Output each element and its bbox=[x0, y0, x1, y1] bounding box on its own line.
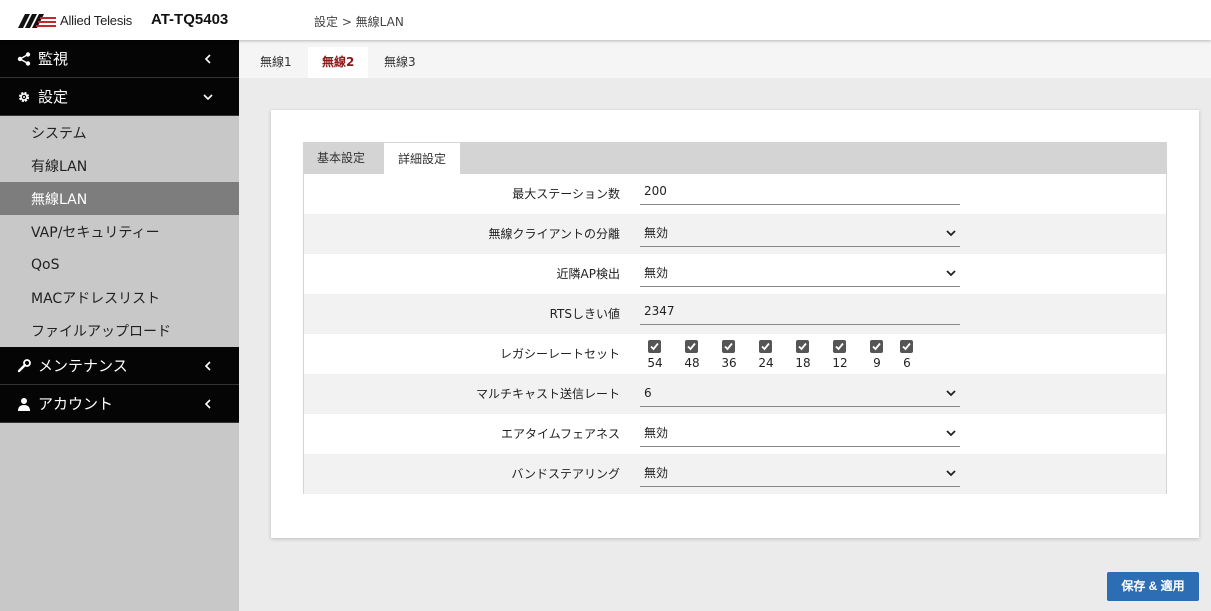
rate-54-label: 54 bbox=[647, 356, 663, 370]
rate-24-label: 24 bbox=[758, 356, 774, 370]
airtime-fairness-label: エアタイムフェアネス bbox=[500, 427, 620, 441]
sidebar: 監視 設定 システム 有線LAN 無線LAN VAP/セキュリティー QoS M… bbox=[0, 40, 239, 611]
rts-threshold-input[interactable]: 2347 bbox=[640, 298, 960, 325]
sidebar-item-vap-security[interactable]: VAP/セキュリティー bbox=[0, 215, 239, 248]
rate-18-label: 18 bbox=[795, 356, 811, 370]
multicast-rate-value: 6 bbox=[644, 386, 652, 400]
settings-panel: 基本設定 詳細設定 最大ステーション数 200 無線クライアントの分離 無効 近… bbox=[271, 110, 1199, 538]
neighbor-ap-detect-select[interactable]: 無効 bbox=[640, 260, 960, 287]
max-stations-label: 最大ステーション数 bbox=[512, 187, 620, 201]
rate-36-checkbox[interactable] bbox=[722, 340, 735, 353]
rate-6-checkbox[interactable] bbox=[900, 340, 913, 353]
multicast-rate-label: マルチキャスト送信レート bbox=[475, 387, 620, 401]
sidebar-item-wired-lan[interactable]: 有線LAN bbox=[0, 149, 239, 182]
chevron-down-icon bbox=[203, 94, 213, 101]
sidebar-item-system[interactable]: システム bbox=[0, 116, 239, 149]
row-max-stations: 最大ステーション数 200 bbox=[304, 174, 1166, 214]
logo-text: Allied Telesis bbox=[60, 13, 133, 28]
rate-9-checkbox[interactable] bbox=[870, 340, 883, 353]
sidebar-item-file-upload[interactable]: ファイルアップロード bbox=[0, 314, 239, 347]
chevron-down-icon bbox=[946, 390, 956, 397]
tab-radio-1[interactable]: 無線1 bbox=[246, 47, 306, 78]
rate-9-label: 9 bbox=[873, 356, 881, 370]
rate-36-label: 36 bbox=[721, 356, 737, 370]
client-isolation-select[interactable]: 無効 bbox=[640, 220, 960, 247]
sidebar-group-monitor[interactable]: 監視 bbox=[0, 40, 239, 78]
tab-advanced-settings[interactable]: 詳細設定 bbox=[383, 142, 462, 174]
radio-tab-bar: 無線1 無線2 無線3 bbox=[239, 40, 1211, 78]
sidebar-group-label: 設定 bbox=[38, 88, 69, 106]
multicast-rate-select[interactable]: 6 bbox=[640, 380, 960, 407]
sidebar-item-wireless-lan[interactable]: 無線LAN bbox=[0, 182, 239, 215]
sidebar-group-label: 監視 bbox=[38, 50, 69, 68]
client-isolation-label: 無線クライアントの分離 bbox=[488, 227, 620, 241]
row-rts-threshold: RTSしきい値 2347 bbox=[304, 294, 1166, 334]
rate-18-checkbox[interactable] bbox=[796, 340, 809, 353]
rate-6-label: 6 bbox=[903, 356, 911, 370]
row-client-isolation: 無線クライアントの分離 無効 bbox=[304, 214, 1166, 254]
neighbor-ap-detect-label: 近隣AP検出 bbox=[556, 267, 620, 281]
sidebar-group-maintenance[interactable]: メンテナンス bbox=[0, 347, 239, 385]
chevron-left-icon bbox=[204, 399, 211, 409]
logo-mark-icon bbox=[18, 13, 56, 28]
sidebar-item-qos[interactable]: QoS bbox=[0, 248, 239, 281]
row-band-steering: バンドステアリング 無効 bbox=[304, 454, 1166, 494]
chevron-down-icon bbox=[946, 430, 956, 437]
chevron-left-icon bbox=[204, 54, 211, 64]
rate-12-checkbox[interactable] bbox=[833, 340, 846, 353]
sidebar-group-label: アカウント bbox=[38, 395, 114, 413]
chevron-left-icon bbox=[204, 361, 211, 371]
top-header: Allied Telesis AT-TQ5403 設定 > 無線LAN bbox=[0, 0, 1211, 40]
rate-48-checkbox[interactable] bbox=[685, 340, 698, 353]
sidebar-item-mac-address-list[interactable]: MACアドレスリスト bbox=[0, 281, 239, 314]
sidebar-group-account[interactable]: アカウント bbox=[0, 385, 239, 423]
chevron-down-icon bbox=[946, 470, 956, 477]
band-steering-select[interactable]: 無効 bbox=[640, 460, 960, 487]
sidebar-group-label: メンテナンス bbox=[38, 357, 128, 375]
settings-tab-bar: 基本設定 詳細設定 bbox=[303, 142, 1167, 174]
save-apply-button[interactable]: 保存 & 適用 bbox=[1107, 572, 1199, 601]
tab-radio-2[interactable]: 無線2 bbox=[308, 47, 369, 78]
row-neighbor-ap-detect: 近隣AP検出 無効 bbox=[304, 254, 1166, 294]
legacy-rate-set-label: レガシーレートセット bbox=[499, 347, 620, 361]
tab-basic-settings[interactable]: 基本設定 bbox=[303, 142, 379, 174]
row-multicast-rate: マルチキャスト送信レート 6 bbox=[304, 374, 1166, 414]
row-legacy-rate-set: レガシーレートセット 54 48 36 24 18 12 9 6 bbox=[304, 334, 1166, 374]
user-icon bbox=[16, 396, 32, 412]
band-steering-label: バンドステアリング bbox=[511, 467, 620, 481]
neighbor-ap-detect-value: 無効 bbox=[644, 266, 669, 280]
allied-telesis-logo: Allied Telesis bbox=[18, 13, 132, 28]
tab-radio-3[interactable]: 無線3 bbox=[370, 47, 430, 78]
rate-48-label: 48 bbox=[684, 356, 700, 370]
rate-54-checkbox[interactable] bbox=[648, 340, 661, 353]
sidebar-group-settings[interactable]: 設定 bbox=[0, 78, 239, 116]
chevron-down-icon bbox=[946, 270, 956, 277]
band-steering-value: 無効 bbox=[644, 466, 669, 480]
wrench-icon bbox=[16, 358, 32, 374]
chevron-down-icon bbox=[946, 230, 956, 237]
client-isolation-value: 無効 bbox=[644, 226, 669, 240]
gear-icon bbox=[16, 89, 32, 105]
airtime-fairness-value: 無効 bbox=[644, 426, 669, 440]
rate-24-checkbox[interactable] bbox=[759, 340, 772, 353]
share-icon bbox=[16, 51, 32, 67]
rate-12-label: 12 bbox=[832, 356, 848, 370]
airtime-fairness-select[interactable]: 無効 bbox=[640, 420, 960, 447]
breadcrumb: 設定 > 無線LAN bbox=[314, 15, 404, 29]
max-stations-input[interactable]: 200 bbox=[640, 178, 960, 205]
row-airtime-fairness: エアタイムフェアネス 無効 bbox=[304, 414, 1166, 454]
advanced-settings-form: 最大ステーション数 200 無線クライアントの分離 無効 近隣AP検出 無効 R… bbox=[303, 174, 1167, 494]
device-model: AT-TQ5403 bbox=[151, 11, 229, 28]
rts-threshold-label: RTSしきい値 bbox=[549, 307, 620, 321]
